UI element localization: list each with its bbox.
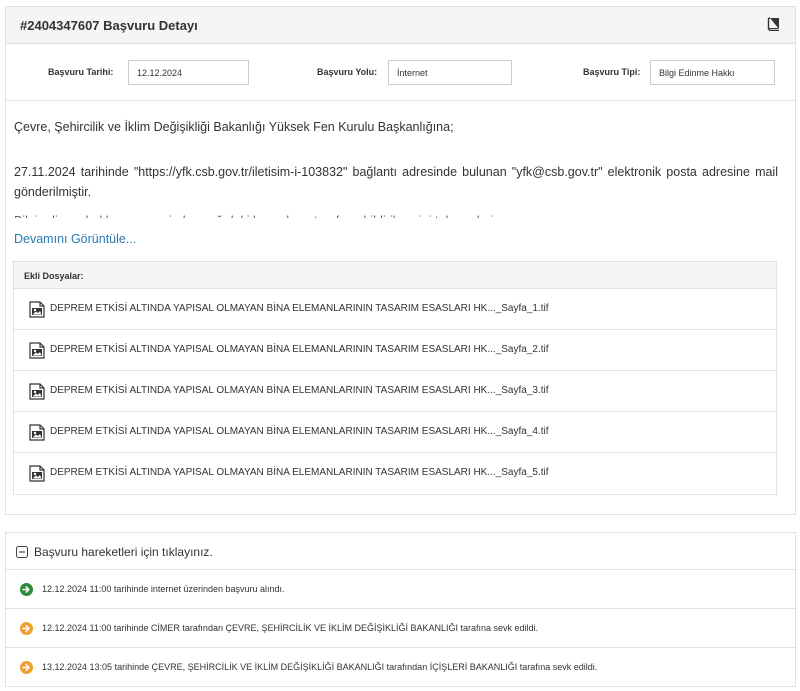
salutation-text: Çevre, Şehircilik ve İklim Değişikliği B… [14,120,454,134]
arrow-circle-right-icon [20,622,33,635]
application-meta-row: Başvuru Tarihi: 12.12.2024 Başvuru Yolu:… [6,44,795,101]
image-file-icon [29,465,45,482]
image-file-icon [29,383,45,400]
channel-field[interactable]: İnternet [388,60,512,85]
image-file-icon [29,342,45,359]
image-file-icon [29,424,45,441]
attachment-item[interactable]: DEPREM ETKİSİ ALTINDA YAPISAL OLMAYAN Bİ… [14,453,776,494]
application-body-text-faded: Bilgi edinme hakkı çerçevesinde aşağıdak… [14,211,778,218]
movement-text: 12.12.2024 11:00 tarihinde CİMER tarafın… [42,623,539,633]
movement-text: 12.12.2024 11:00 tarihinde internet üzer… [42,584,285,594]
application-body-text: 27.11.2024 tarihinde "https://yfk.csb.go… [14,165,778,199]
movement-item: 12.12.2024 11:00 tarihinde CİMER tarafın… [6,609,795,648]
attachment-filename: DEPREM ETKİSİ ALTINDA YAPISAL OLMAYAN Bİ… [50,426,549,437]
date-label: Başvuru Tarihi: [48,67,114,77]
attachments-header: Ekli Dosyalar: [14,262,776,289]
movements-toggle-label: Başvuru hareketleri için tıklayınız. [34,545,213,559]
arrow-circle-right-icon [20,583,33,596]
image-file-icon [29,301,45,318]
date-field[interactable]: 12.12.2024 [128,60,249,85]
book-icon[interactable] [767,17,781,31]
type-label: Başvuru Tipi: [583,67,641,77]
arrow-circle-right-icon [20,661,33,674]
movement-text: 13.12.2024 13:05 tarihinde ÇEVRE, ŞEHİRC… [42,662,598,672]
attachment-filename: DEPREM ETKİSİ ALTINDA YAPISAL OLMAYAN Bİ… [50,467,549,478]
movement-item: 12.12.2024 11:00 tarihinde internet üzer… [6,570,795,609]
attachment-filename: DEPREM ETKİSİ ALTINDA YAPISAL OLMAYAN Bİ… [50,344,549,355]
attachment-item[interactable]: DEPREM ETKİSİ ALTINDA YAPISAL OLMAYAN Bİ… [14,371,776,412]
movements-toggle[interactable]: Başvuru hareketleri için tıklayınız. [6,533,795,570]
attachment-item[interactable]: DEPREM ETKİSİ ALTINDA YAPISAL OLMAYAN Bİ… [14,412,776,453]
attachment-item[interactable]: DEPREM ETKİSİ ALTINDA YAPISAL OLMAYAN Bİ… [14,289,776,330]
movements-panel: Başvuru hareketleri için tıklayınız. 12.… [5,532,796,687]
channel-label: Başvuru Yolu: [317,67,378,77]
page-title: #2404347607 Başvuru Detayı [20,18,198,33]
movement-item: 13.12.2024 13:05 tarihinde ÇEVRE, ŞEHİRC… [6,648,795,687]
type-field[interactable]: Bilgi Edinme Hakkı [650,60,775,85]
panel-header: #2404347607 Başvuru Detayı [6,7,795,44]
minus-square-icon [16,546,28,558]
show-more-link[interactable]: Devamını Görüntüle... [14,232,136,246]
attachment-item[interactable]: DEPREM ETKİSİ ALTINDA YAPISAL OLMAYAN Bİ… [14,330,776,371]
attachment-filename: DEPREM ETKİSİ ALTINDA YAPISAL OLMAYAN Bİ… [50,385,549,396]
attachments-list: Ekli Dosyalar: DEPREM ETKİSİ ALTINDA YAP… [13,261,777,495]
attachment-filename: DEPREM ETKİSİ ALTINDA YAPISAL OLMAYAN Bİ… [50,303,549,314]
